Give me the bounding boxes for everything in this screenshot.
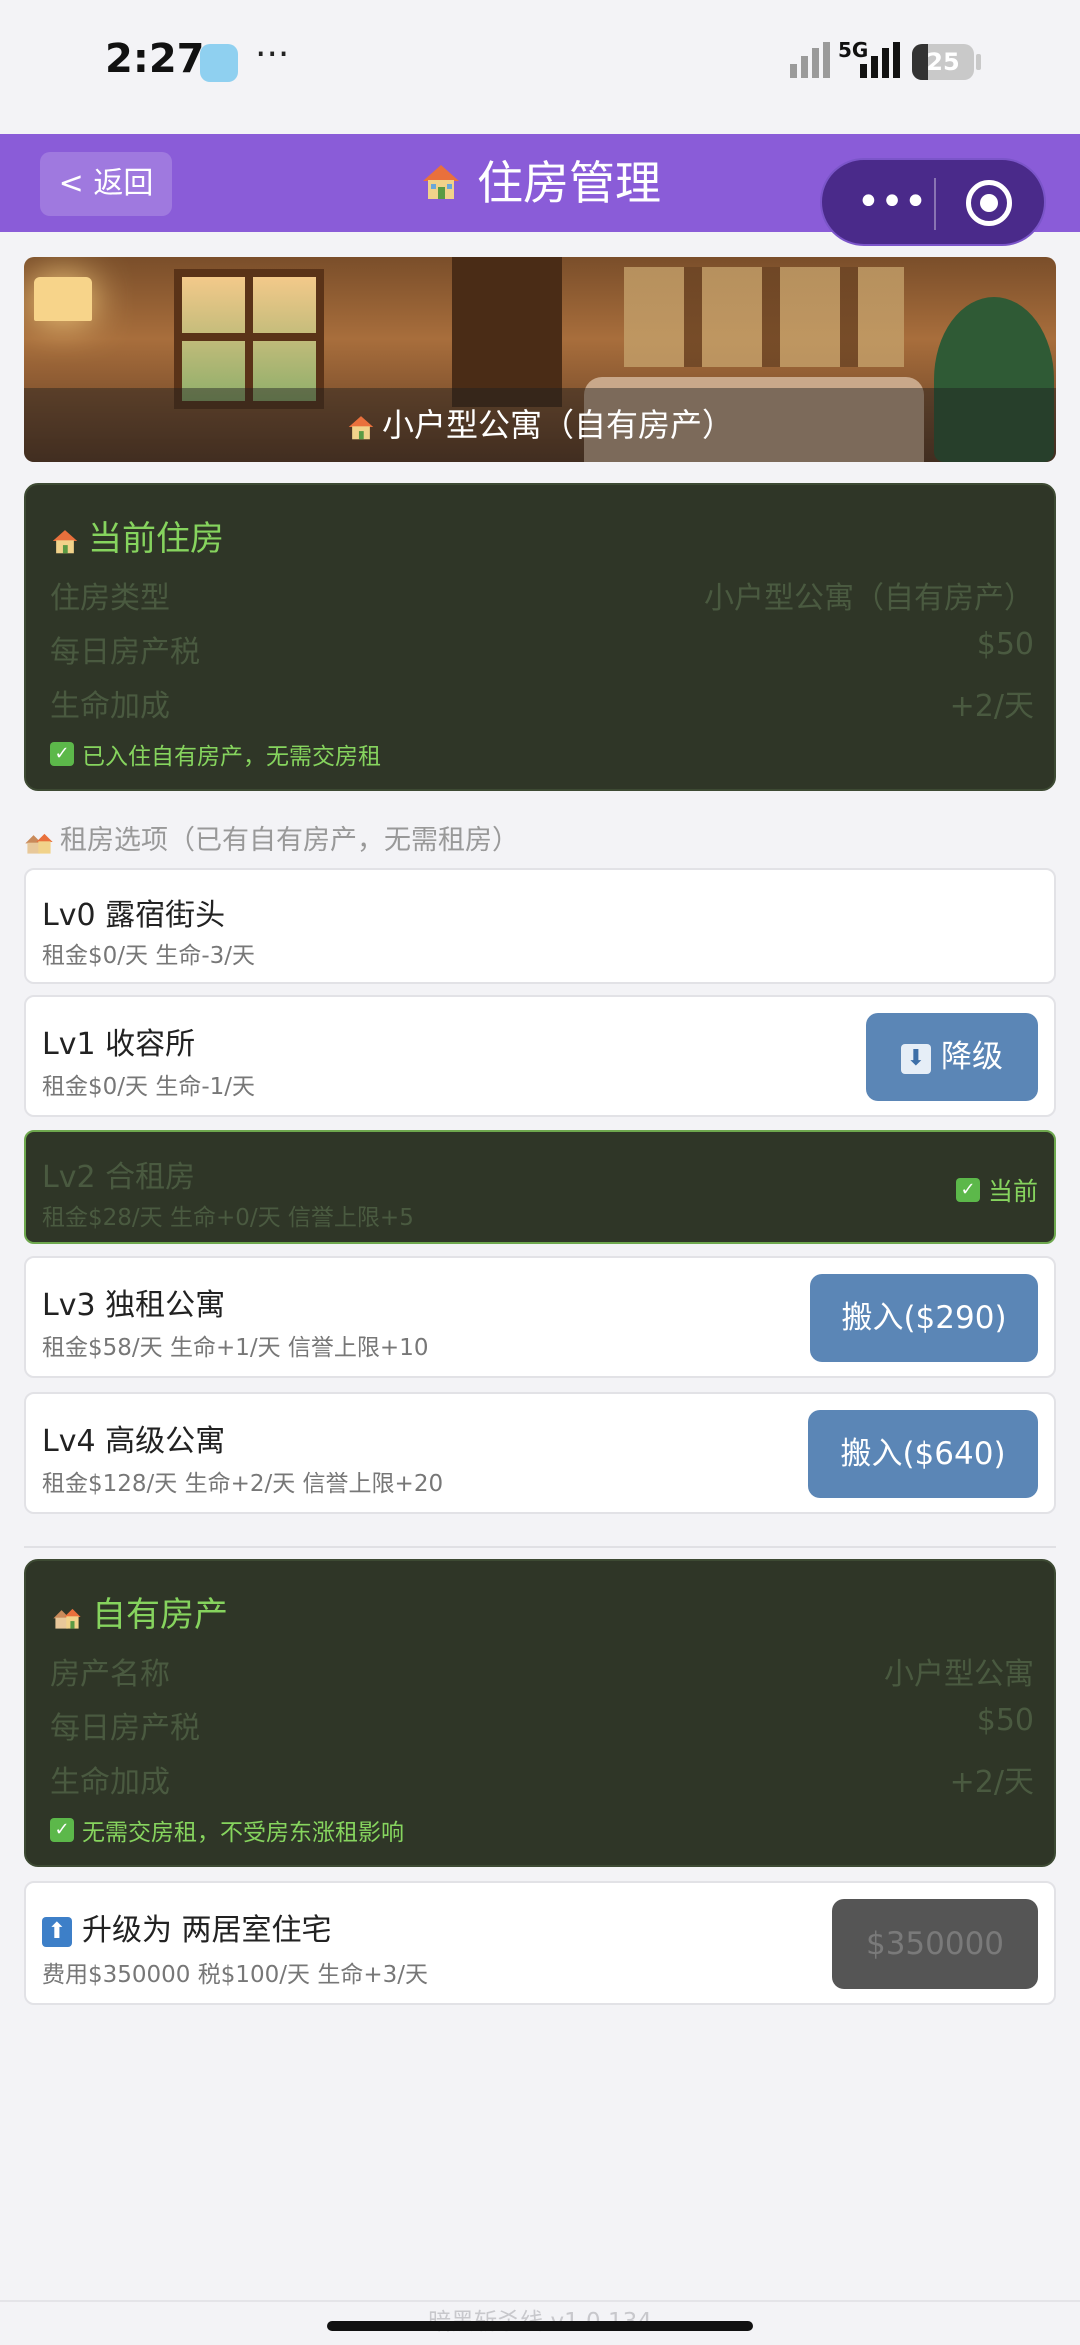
lamp-illustration <box>34 277 92 321</box>
checkmark-icon: ✓ <box>50 742 74 766</box>
info-row: 生命加成 +2/天 <box>50 1757 1034 1801</box>
more-menu-button[interactable]: ••• <box>852 160 932 244</box>
close-miniprogram-icon[interactable] <box>966 180 1012 226</box>
house-icon <box>52 529 78 553</box>
miniprogram-capsule: ••• <box>820 158 1046 246</box>
downgrade-button-label: 降级 <box>941 1039 1003 1075</box>
info-label: 生命加成 <box>50 1765 170 1800</box>
house-icon <box>419 152 463 222</box>
rent-option-name: Lv2 合租房 <box>42 1160 196 1195</box>
upgrade-meta: 费用$350000 税$100/天 生命+3/天 <box>42 1962 428 1988</box>
info-row: 生命加成 +2/天 <box>50 681 1034 725</box>
info-label: 生命加成 <box>50 689 170 724</box>
note-text: 已入住自有房产，无需交房租 <box>82 744 381 770</box>
app-notification-icon <box>200 44 238 82</box>
battery-icon: 25 <box>912 44 974 80</box>
info-label: 住房类型 <box>50 581 170 616</box>
houses-icon <box>25 833 53 854</box>
rent-option-name: Lv4 高级公寓 <box>42 1424 226 1459</box>
banner-caption: 小户型公寓（自有房产） <box>24 388 1056 462</box>
info-label: 每日房产税 <box>50 1711 200 1746</box>
info-value: 小户型公寓（自有房产） <box>704 581 1034 616</box>
rent-options-label: 租房选项（已有自有房产，无需租房） <box>24 818 519 857</box>
bookshelf-illustration <box>452 257 562 407</box>
section-divider <box>24 1546 1056 1548</box>
info-value: $50 <box>976 627 1034 662</box>
owned-property-card: 自有房产 房产名称 小户型公寓 每日房产税 $50 生命加成 +2/天 ✓ 无需交房租，… <box>24 1559 1056 1867</box>
info-value: +2/天 <box>949 1765 1034 1800</box>
upgrade-property-card: ⬆ 升级为 两居室住宅 费用$350000 税$100/天 生命+3/天 $350… <box>24 1881 1056 2005</box>
checkmark-icon: ✓ <box>50 1818 74 1842</box>
current-housing-note: ✓ 已入住自有房产，无需交房租 <box>50 737 381 771</box>
note-text: 无需交房租，不受房东涨租影响 <box>82 1820 404 1846</box>
info-value: $50 <box>976 1703 1034 1738</box>
rent-option-meta: 租金$28/天 生命+0/天 信誉上限+5 <box>42 1205 414 1231</box>
current-badge: ✓ 当前 <box>955 1172 1038 1208</box>
page-title-text: 住房管理 <box>477 156 661 210</box>
battery-level: 25 <box>926 48 960 76</box>
checkmark-icon: ✓ <box>955 1178 980 1202</box>
info-row: 房产名称 小户型公寓 <box>50 1649 1034 1693</box>
owned-property-title: 自有房产 <box>50 1587 228 1636</box>
info-value: 小户型公寓 <box>884 1657 1034 1692</box>
picture-frames-illustration <box>624 267 904 367</box>
housing-banner-image: 小户型公寓（自有房产） <box>24 257 1056 462</box>
arrow-down-icon: ⬇ <box>901 1043 931 1074</box>
move-in-button-lv4[interactable]: 搬入($640) <box>808 1410 1038 1498</box>
info-label: 每日房产税 <box>50 635 200 670</box>
rent-option-name: Lv1 收容所 <box>42 1027 196 1062</box>
banner-caption-text: 小户型公寓（自有房产） <box>381 406 734 444</box>
home-indicator[interactable] <box>327 2321 753 2331</box>
current-housing-title-text: 当前住房 <box>88 519 224 559</box>
signal-5g-icon <box>860 42 900 78</box>
status-time: 2:27 <box>105 36 205 82</box>
arrow-up-icon: ⬆ <box>42 1916 72 1947</box>
houses-icon <box>53 1608 81 1629</box>
signal-icon <box>790 42 830 78</box>
move-in-button-lv3[interactable]: 搬入($290) <box>810 1274 1038 1362</box>
rent-option-meta: 租金$128/天 生命+2/天 信誉上限+20 <box>42 1471 444 1497</box>
info-row: 每日房产税 $50 <box>50 1703 1034 1747</box>
rent-option-meta: 租金$0/天 生命-3/天 <box>42 943 256 969</box>
status-more-dots: ··· <box>255 34 290 75</box>
capsule-divider <box>934 178 936 230</box>
status-bar: 2:27 ··· 5G 25 <box>0 0 1080 134</box>
info-row: 每日房产税 $50 <box>50 627 1034 671</box>
owned-property-title-text: 自有房产 <box>92 1595 228 1635</box>
nav-bar: < 返回 住房管理 ••• <box>0 134 1080 246</box>
current-housing-card: 当前住房 住房类型 小户型公寓（自有房产） 每日房产税 $50 生命加成 +2/天 ✓… <box>24 483 1056 791</box>
current-badge-label: 当前 <box>987 1177 1038 1206</box>
rent-option-name: Lv3 独租公寓 <box>42 1288 226 1323</box>
rent-option-lv4: Lv4 高级公寓 租金$128/天 生命+2/天 信誉上限+20 搬入($640… <box>24 1392 1056 1514</box>
rent-option-meta: 租金$58/天 生命+1/天 信誉上限+10 <box>42 1335 429 1361</box>
house-icon <box>348 416 374 440</box>
upgrade-name: ⬆ 升级为 两居室住宅 <box>42 1905 332 1949</box>
rent-option-meta: 租金$0/天 生命-1/天 <box>42 1074 256 1100</box>
rent-option-lv0: Lv0 露宿街头 租金$0/天 生命-3/天 <box>24 868 1056 984</box>
rent-options-label-text: 租房选项（已有自有房产，无需租房） <box>60 825 519 856</box>
battery-tip <box>976 54 981 70</box>
info-label: 房产名称 <box>50 1657 170 1692</box>
current-housing-title: 当前住房 <box>50 511 224 560</box>
info-value: +2/天 <box>949 689 1034 724</box>
rent-option-lv3: Lv3 独租公寓 租金$58/天 生命+1/天 信誉上限+10 搬入($290) <box>24 1256 1056 1378</box>
upgrade-name-text: 升级为 两居室住宅 <box>82 1913 332 1948</box>
owned-property-note: ✓ 无需交房租，不受房东涨租影响 <box>50 1813 404 1847</box>
info-row: 住房类型 小户型公寓（自有房产） <box>50 573 1034 617</box>
upgrade-buy-button-disabled[interactable]: $350000 <box>832 1899 1038 1989</box>
rent-option-lv1: Lv1 收容所 租金$0/天 生命-1/天 ⬇ 降级 <box>24 995 1056 1117</box>
rent-option-lv2-current: Lv2 合租房 租金$28/天 生命+0/天 信誉上限+5 ✓ 当前 <box>24 1130 1056 1244</box>
rent-option-name: Lv0 露宿街头 <box>42 898 226 933</box>
downgrade-button[interactable]: ⬇ 降级 <box>866 1013 1038 1101</box>
